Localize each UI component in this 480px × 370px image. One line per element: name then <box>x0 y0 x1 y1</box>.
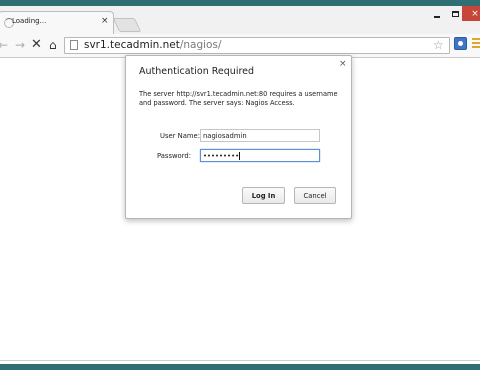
hamburger-menu-icon[interactable] <box>472 38 480 50</box>
auth-dialog: Authentication Required × The server htt… <box>125 55 352 219</box>
maximize-icon <box>451 11 459 17</box>
username-value: nagiosadmin <box>203 132 247 140</box>
browser-window: Loading... × × ← → ✕ ⌂ svr1.tecadmin.net… <box>0 0 480 370</box>
maximize-button[interactable] <box>448 7 462 21</box>
window-bottom-border <box>0 364 480 370</box>
page-icon <box>70 40 78 50</box>
stop-icon[interactable]: ✕ <box>31 37 42 53</box>
url-text: svr1.tecadmin.net/nagios/ <box>84 39 222 51</box>
password-label: Password: <box>156 152 191 160</box>
password-field[interactable]: ••••••••• <box>200 149 320 162</box>
forward-arrow-icon[interactable]: → <box>15 37 25 53</box>
password-value: ••••••••• <box>203 152 240 160</box>
home-icon[interactable]: ⌂ <box>49 37 57 53</box>
username-field[interactable]: nagiosadmin <box>200 129 320 142</box>
username-label: User Name: <box>160 132 200 140</box>
tab-close-icon[interactable]: × <box>101 16 109 26</box>
bookmark-star-icon[interactable]: ☆ <box>433 38 444 53</box>
url-path: /nagios/ <box>179 39 222 51</box>
text-caret <box>239 152 241 160</box>
close-icon: × <box>471 8 479 19</box>
back-arrow-icon[interactable]: ← <box>0 37 8 53</box>
login-button[interactable]: Log In <box>242 187 285 204</box>
bottom-divider <box>0 360 480 361</box>
dialog-close-icon[interactable]: × <box>339 59 347 69</box>
cancel-button[interactable]: Cancel <box>294 187 336 204</box>
extension-icon[interactable] <box>454 37 467 50</box>
dialog-title: Authentication Required <box>139 66 255 77</box>
url-host: svr1.tecadmin.net <box>84 39 180 51</box>
address-bar[interactable]: svr1.tecadmin.net/nagios/ ☆ <box>64 37 450 54</box>
minimize-icon <box>434 15 440 18</box>
dialog-message: The server http://svr1.tecadmin.net:80 r… <box>139 90 338 107</box>
tab-title: Loading... <box>12 17 47 25</box>
close-window-button[interactable]: × <box>462 6 480 21</box>
browser-tab[interactable]: Loading... × <box>0 11 114 34</box>
minimize-button[interactable] <box>430 7 444 21</box>
